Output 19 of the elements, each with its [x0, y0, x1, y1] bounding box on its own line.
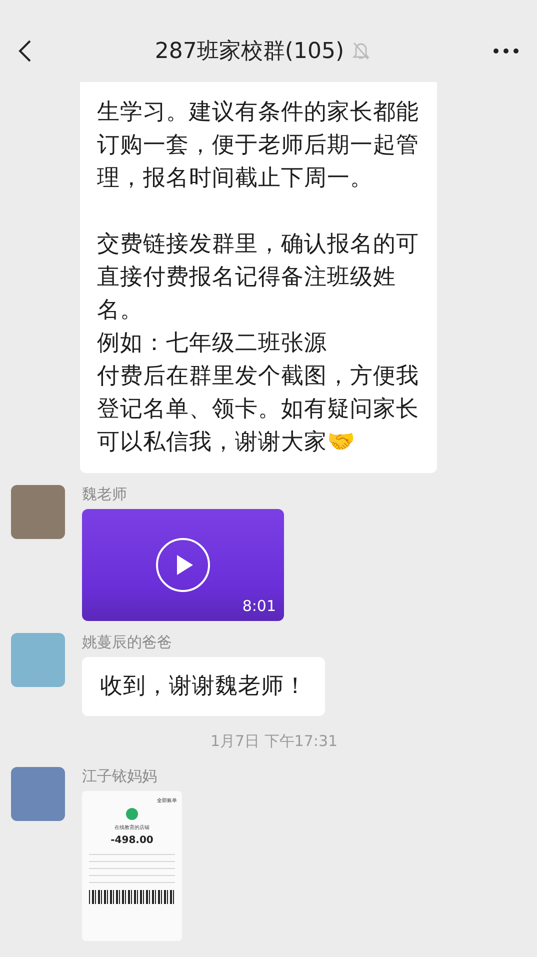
payment-amount: -498.00 [110, 835, 154, 846]
message-text: 可以私信我，谢谢大家🤝 [97, 428, 356, 457]
message-text: 登记名单、领卡。如有疑问家长 [97, 395, 419, 424]
message-text: 例如：七年级二班张源 [97, 329, 328, 358]
timestamp: 1月7日 下午17:31 [210, 732, 338, 751]
message-text: 生学习。建议有条件的家长都能 [97, 98, 419, 127]
video-message[interactable]: 8:01 [82, 509, 284, 621]
message-text: 交费链接发群里，确认报名的可 [97, 230, 419, 259]
sender-name: 魏老师 [82, 485, 128, 504]
message-text: 直接付费报名记得备注班级姓 [97, 263, 397, 292]
sender-name: 姚蔓辰的爸爸 [82, 633, 173, 652]
video-duration: 8:01 [242, 597, 276, 615]
message-text: 付费后在群里发个截图，方便我 [97, 362, 419, 391]
chat-title: 287班家校群(105) [154, 38, 344, 66]
message-text: 名。 [97, 296, 144, 325]
sender-name: 江子铱妈妈 [82, 767, 158, 786]
message-text: 收到，谢谢魏老师！ [100, 672, 307, 701]
message-text: 理，报名时间截止下周一。 [97, 164, 374, 193]
message-text: 订购一套，便于老师后期一起管 [97, 131, 419, 160]
